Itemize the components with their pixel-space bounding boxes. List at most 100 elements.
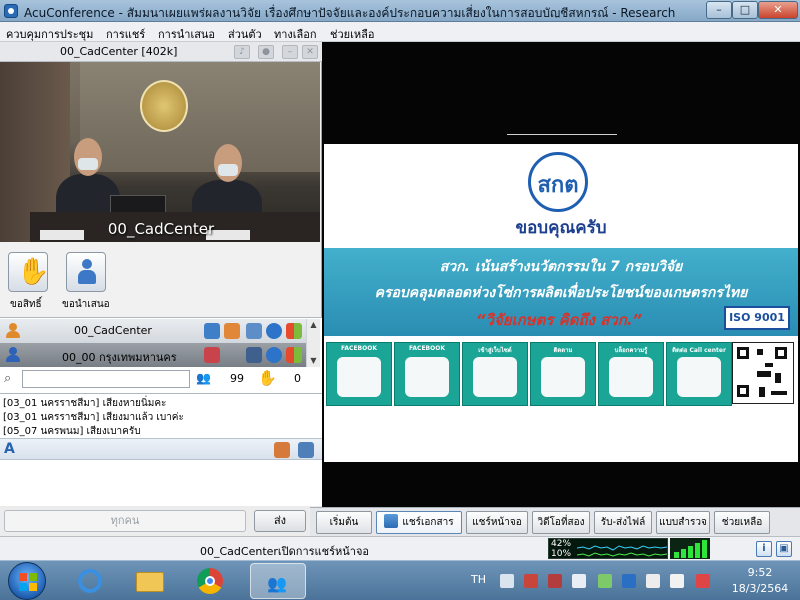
scroll-down-icon[interactable]: ▼ [307, 355, 320, 367]
menu-presentation[interactable]: การนำเสนอ [158, 25, 215, 43]
agency-logo: สกต [528, 152, 588, 212]
raise-hand-button[interactable]: ✋ [8, 252, 50, 292]
hand-count-icon: ✋ [258, 369, 277, 387]
send-row: ทุกคน ส่ง [0, 506, 322, 536]
tab-file-transfer[interactable]: รับ-ส่งไฟล์ [594, 511, 652, 534]
network-icon[interactable] [696, 574, 710, 588]
menu-help[interactable]: ช่วยเหลือ [330, 25, 374, 43]
divider [507, 134, 617, 135]
video-feed[interactable] [0, 62, 320, 242]
close-video-icon[interactable]: ✕ [302, 45, 318, 59]
camera-status-icon [266, 323, 282, 339]
menu-meeting-control[interactable]: ควบคุมการประชุม [6, 25, 93, 43]
participant-scrollbar[interactable]: ▲ ▼ [306, 319, 320, 367]
window-title: AcuConference - สัมมนาเผยแพร่ผลงานวิจัย … [24, 6, 676, 18]
slide-banner: สวก. เน้นสร้างนวัตกรรมใน 7 กรอบวิจัย ครอ… [324, 248, 798, 336]
file-explorer-button[interactable] [124, 563, 176, 599]
tab-survey[interactable]: แบบสำรวจ [656, 511, 710, 534]
slide-line-1: สวก. เน้นสร้างนวัตกรรมใน 7 กรอบวิจัย [439, 259, 683, 275]
slide-tiles: FACEBOOK FACEBOOK เข้าสู่เว็บไซต์ ติดตาม… [324, 338, 798, 408]
tab-help[interactable]: ช่วยเหลือ [714, 511, 770, 534]
windows-status-icon [286, 323, 302, 339]
raise-hand-label: ขอสิทธิ์ [10, 299, 42, 310]
tray-icon[interactable] [548, 574, 562, 588]
left-panel: 00_CadCenter [402k] ♪ ● – ✕ 00_CadCenter… [0, 42, 322, 536]
status-bar: 00_CadCenterเปิดการแชร์หน้าจอ 42% 10% i … [0, 536, 800, 560]
minimize-button[interactable]: – [706, 1, 732, 19]
tray-icon[interactable] [500, 574, 514, 588]
acuconference-icon: 👥 [267, 574, 287, 593]
logo-text: สกต [537, 173, 579, 198]
call-center-icon [677, 357, 721, 397]
chat-input[interactable] [0, 460, 322, 506]
request-present-button[interactable] [66, 252, 106, 292]
menu-personal[interactable]: ส่วนตัว [228, 25, 262, 43]
feature-tabs: เริ่มต้น แชร์เอกสาร แชร์หน้าจอ วิดีโอที่… [310, 507, 800, 536]
chat-message: [05_07 นครพนม] เสียงเบาครับ [3, 426, 141, 437]
video-title: 00_CadCenter [402k] [60, 45, 178, 58]
windows-status-icon [286, 347, 302, 363]
tile-label: FACEBOOK [341, 345, 377, 352]
blog-tile: บล็อกความรู้ [598, 342, 664, 406]
mic-icon[interactable]: ♪ [234, 45, 250, 59]
clock-time[interactable]: 9:52 [735, 566, 785, 579]
remove-user-icon[interactable]: – [282, 45, 298, 59]
tab-share-screen[interactable]: แชร์หน้าจอ [466, 511, 528, 534]
folder-icon [136, 572, 164, 592]
mic-status-icon [246, 323, 262, 339]
tray-icon[interactable] [572, 574, 586, 588]
camera-status-icon [266, 347, 282, 363]
tray-icon[interactable] [646, 574, 660, 588]
presentation-area[interactable]: สกต ขอบคุณครับ สวก. เน้นสร้างนวัตกรรมใน … [322, 42, 800, 507]
close-button[interactable]: ✕ [758, 1, 798, 19]
internet-explorer-icon [78, 569, 102, 593]
website-icon [473, 357, 517, 397]
video-header: 00_CadCenter [402k] ♪ ● – ✕ [0, 42, 322, 62]
title-bar: AcuConference - สัมมนาเผยแพร่ผลงานวิจัย … [0, 0, 800, 22]
hand-count: 0 [294, 372, 301, 385]
tile-label: เข้าสู่เว็บไซต์ [478, 347, 512, 354]
info-icon[interactable]: i [756, 541, 772, 557]
chat-log: [03_01 นครราชสีมา] เสียงหายนิ่มคะ [03_01… [0, 393, 322, 438]
tab-start[interactable]: เริ่มต้น [316, 511, 372, 534]
scroll-up-icon[interactable]: ▲ [307, 319, 320, 331]
presenter-icon [77, 259, 97, 287]
clock-date[interactable]: 18/3/2564 [731, 582, 789, 595]
menu-options[interactable]: ทางเลือก [274, 25, 317, 43]
bluetooth-icon[interactable] [622, 574, 636, 588]
tray-icon[interactable] [598, 574, 612, 588]
tab-share-document[interactable]: แชร์เอกสาร [376, 511, 462, 534]
send-button[interactable]: ส่ง [254, 510, 306, 532]
volume-icon[interactable] [670, 574, 684, 588]
search-input[interactable] [22, 370, 190, 388]
maximize-button[interactable]: □ [732, 1, 758, 19]
nameplate [40, 230, 84, 240]
status-message: 00_CadCenterเปิดการแชร์หน้าจอ [200, 545, 370, 558]
recipient-select[interactable]: ทุกคน [4, 510, 246, 532]
person-left-mask [78, 158, 98, 170]
tab-second-video[interactable]: วิดีโอที่สอง [532, 511, 590, 534]
font-icon[interactable]: A [4, 441, 20, 457]
iso-badge: ISO 9001 [724, 306, 790, 330]
participant-row[interactable]: 00_CadCenter [0, 319, 306, 343]
app-icon [4, 4, 18, 18]
chrome-button[interactable] [184, 563, 236, 599]
save-chat-icon[interactable] [298, 442, 314, 458]
language-indicator[interactable]: TH [471, 573, 486, 586]
emoticon-icon[interactable] [274, 442, 290, 458]
layout-icon[interactable]: ▣ [776, 541, 792, 557]
tile-label: บล็อกความรู้ [614, 347, 648, 354]
person-icon[interactable]: ● [258, 45, 274, 59]
acuconference-button[interactable]: 👥 [250, 563, 306, 599]
menu-sharing[interactable]: การแชร์ [106, 25, 145, 43]
meter-bottom-percent: 10% [551, 549, 572, 559]
hand-icon: ✋ [17, 257, 50, 287]
user-icon [6, 323, 20, 339]
tray-icon[interactable] [524, 574, 538, 588]
internet-explorer-button[interactable] [64, 563, 116, 599]
network-meter: 42% 10% [548, 538, 668, 559]
start-button[interactable] [8, 562, 46, 600]
participant-row[interactable]: 00_00 กรุงเทพมหานคร [0, 343, 306, 367]
facebook-page-icon [405, 357, 449, 397]
taskbar: 👥 TH 9:52 18/3/2564 [0, 560, 800, 600]
